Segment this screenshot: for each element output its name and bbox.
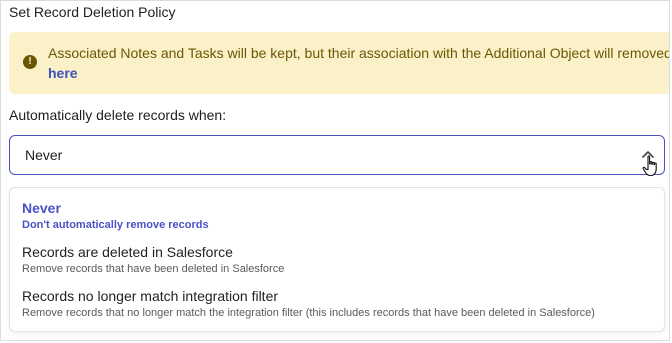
deletion-policy-select[interactable]: Never [9, 135, 665, 175]
warning-text: Associated Notes and Tasks will be kept,… [48, 45, 670, 61]
option-description: Remove records that have been deleted in… [22, 263, 285, 275]
option-description: Remove records that no longer match the … [22, 307, 595, 319]
record-deletion-policy-panel: Set Record Deletion Policy ! Associated … [0, 0, 670, 341]
hand-pointer-cursor-icon [642, 155, 657, 177]
warning-message: Associated Notes and Tasks will be kept,… [48, 43, 670, 83]
deletion-field-label: Automatically delete records when: [9, 107, 227, 123]
option-title: Records no longer match integration filt… [22, 288, 279, 304]
option-deleted-in-salesforce[interactable]: Records are deleted in Salesforce Remove… [22, 243, 652, 277]
option-description: Don't automatically remove records [22, 219, 209, 231]
option-never[interactable]: Never Don't automatically remove records [22, 199, 652, 233]
warning-here-link[interactable]: here [48, 65, 78, 81]
option-title: Records are deleted in Salesforce [22, 244, 233, 260]
deletion-policy-dropdown-menu: Never Don't automatically remove records… [9, 187, 665, 332]
exclamation-circle-icon: ! [23, 55, 37, 69]
section-title: Set Record Deletion Policy [9, 4, 176, 20]
option-no-longer-match-filter[interactable]: Records no longer match integration filt… [22, 287, 652, 321]
warning-banner: ! Associated Notes and Tasks will be kep… [9, 32, 670, 94]
select-selected-value: Never [25, 147, 63, 163]
option-title: Never [22, 200, 61, 216]
